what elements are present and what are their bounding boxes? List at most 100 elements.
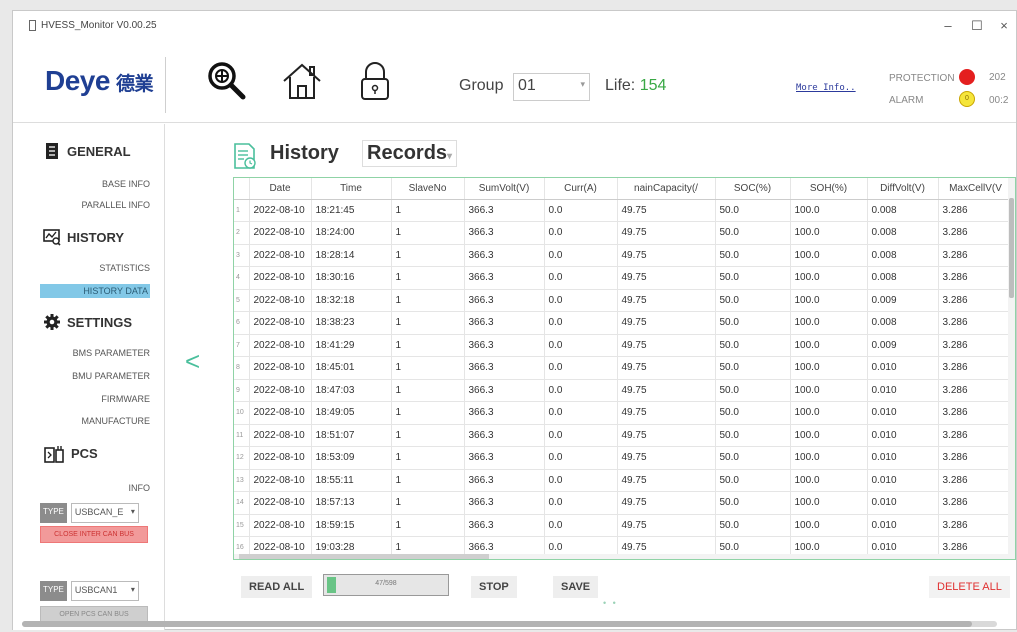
nav-history[interactable]: HISTORY bbox=[43, 228, 124, 246]
table-row[interactable]: 1 2022-08-10 18:21:45 1 366.3 0.0 49.75 50.0 100… bbox=[234, 199, 1014, 222]
column-header[interactable]: SlaveNo bbox=[391, 178, 465, 200]
table-cell: 0.010 bbox=[867, 424, 939, 447]
close-button[interactable]: × bbox=[994, 17, 1014, 35]
column-header[interactable]: SOH(%) bbox=[790, 178, 868, 200]
table-cell: 0.010 bbox=[867, 379, 939, 402]
save-button[interactable]: SAVE bbox=[553, 576, 599, 598]
table-cell: 50.0 bbox=[715, 199, 791, 222]
row-number-header bbox=[234, 178, 250, 200]
table-cell: 2022-08-10 bbox=[249, 379, 312, 402]
nav-general[interactable]: GENERAL bbox=[43, 142, 131, 160]
nav-history-data[interactable]: HISTORY DATA bbox=[40, 284, 150, 298]
close-inter-can-bus-button[interactable]: CLOSE INTER CAN BUS bbox=[40, 526, 148, 543]
group-select[interactable]: 01 ▾ bbox=[513, 73, 590, 101]
row-number: 3 bbox=[234, 244, 250, 267]
table-row[interactable]: 11 2022-08-10 18:51:07 1 366.3 0.0 49.75 50.0 10… bbox=[234, 424, 1014, 447]
column-header[interactable]: Date bbox=[249, 178, 312, 200]
scrollbar-thumb[interactable] bbox=[239, 554, 489, 559]
column-header[interactable]: SOC(%) bbox=[715, 178, 791, 200]
table-cell: 50.0 bbox=[715, 401, 791, 425]
column-header[interactable]: Curr(A) bbox=[544, 178, 618, 200]
home-icon[interactable] bbox=[280, 59, 324, 103]
table-row[interactable]: 8 2022-08-10 18:45:01 1 366.3 0.0 49.75 50.0 100… bbox=[234, 356, 1014, 380]
nav-pcs[interactable]: PCS bbox=[43, 442, 98, 464]
vertical-scrollbar[interactable] bbox=[1008, 178, 1015, 559]
minimize-button[interactable]: – bbox=[938, 17, 958, 35]
search-icon[interactable] bbox=[205, 59, 249, 103]
pager-dots[interactable]: • • bbox=[603, 598, 618, 608]
nav-bms-parameter[interactable]: BMS PARAMETER bbox=[73, 348, 150, 358]
type-tag: TYPE bbox=[40, 581, 67, 601]
table-row[interactable]: 9 2022-08-10 18:47:03 1 366.3 0.0 49.75 50.0 100… bbox=[234, 379, 1014, 402]
horizontal-scrollbar[interactable] bbox=[234, 554, 1015, 559]
table-row[interactable]: 10 2022-08-10 18:49:05 1 366.3 0.0 49.75 50.0 10… bbox=[234, 401, 1014, 425]
table-cell: 3.286 bbox=[938, 514, 1014, 537]
column-header[interactable]: Time bbox=[311, 178, 392, 200]
nav-base-info[interactable]: BASE INFO bbox=[102, 179, 150, 189]
app-icon bbox=[29, 20, 36, 31]
table-cell: 100.0 bbox=[790, 266, 868, 290]
table-cell: 366.3 bbox=[464, 424, 545, 447]
header: Deye 德業 Group 01 ▾ Life: 154 More Info..… bbox=[13, 43, 1016, 123]
column-header[interactable]: DiffVolt(V) bbox=[867, 178, 939, 200]
nav-bmu-parameter[interactable]: BMU PARAMETER bbox=[72, 371, 150, 381]
table-cell: 0.008 bbox=[867, 199, 939, 222]
inter-can-type-value: USBCAN_E bbox=[74, 507, 124, 517]
table-cell: 3.286 bbox=[938, 199, 1014, 222]
lock-icon[interactable] bbox=[353, 59, 397, 103]
life-label: Life: bbox=[605, 77, 636, 94]
column-header[interactable]: nainCapacity(/ bbox=[617, 178, 716, 200]
table-row[interactable]: 3 2022-08-10 18:28:14 1 366.3 0.0 49.75 50.0 100… bbox=[234, 244, 1014, 267]
nav-parallel-info[interactable]: PARALLEL INFO bbox=[81, 200, 150, 210]
table-cell: 0.0 bbox=[544, 289, 618, 312]
nav-settings[interactable]: SETTINGS bbox=[43, 313, 132, 331]
more-info-link[interactable]: More Info.. bbox=[796, 83, 856, 93]
scrollbar-thumb[interactable] bbox=[22, 621, 972, 627]
nav-statistics[interactable]: STATISTICS bbox=[99, 263, 150, 273]
delete-all-button[interactable]: DELETE ALL bbox=[929, 576, 1010, 598]
window-title: HVESS_Monitor V0.00.25 bbox=[41, 20, 157, 31]
chevron-down-icon: ▾ bbox=[130, 585, 135, 594]
column-header[interactable]: MaxCellV(V bbox=[938, 178, 1014, 200]
table-cell: 0.010 bbox=[867, 469, 939, 492]
table-cell: 0.010 bbox=[867, 491, 939, 515]
table-row[interactable]: 6 2022-08-10 18:38:23 1 366.3 0.0 49.75 50.0 100… bbox=[234, 311, 1014, 335]
table-row[interactable]: 7 2022-08-10 18:41:29 1 366.3 0.0 49.75 50.0 100… bbox=[234, 334, 1014, 357]
inter-can-type-row: TYPE USBCAN_E ▾ bbox=[40, 503, 139, 523]
pcs-can-type-select[interactable]: USBCAN1 ▾ bbox=[70, 581, 139, 601]
app-root: HVESS_Monitor V0.00.25 – ☐ × Deye 德業 Gro… bbox=[0, 0, 1017, 632]
table-cell: 1 bbox=[391, 266, 465, 290]
column-header[interactable]: SumVolt(V) bbox=[464, 178, 545, 200]
table-row[interactable]: 5 2022-08-10 18:32:18 1 366.3 0.0 49.75 50.0 100… bbox=[234, 289, 1014, 312]
table-cell: 1 bbox=[391, 379, 465, 402]
inter-can-type-select[interactable]: USBCAN_E ▾ bbox=[70, 503, 139, 523]
table-row[interactable]: 13 2022-08-10 18:55:11 1 366.3 0.0 49.75 50.0 10… bbox=[234, 469, 1014, 492]
table-cell: 366.3 bbox=[464, 334, 545, 357]
nav-firmware[interactable]: FIRMWARE bbox=[101, 394, 150, 404]
maximize-button[interactable]: ☐ bbox=[967, 17, 987, 35]
nav-pcs-info[interactable]: INFO bbox=[129, 483, 151, 493]
table-cell: 100.0 bbox=[790, 491, 868, 515]
table-cell: 2022-08-10 bbox=[249, 199, 312, 222]
stop-button[interactable]: STOP bbox=[471, 576, 517, 598]
table-row[interactable]: 15 2022-08-10 18:59:15 1 366.3 0.0 49.75 50.0 10… bbox=[234, 514, 1014, 537]
table-cell: 100.0 bbox=[790, 469, 868, 492]
window-horizontal-scrollbar[interactable] bbox=[22, 621, 997, 627]
table-cell: 0.0 bbox=[544, 221, 618, 245]
read-all-button[interactable]: READ ALL bbox=[241, 576, 313, 598]
table-cell: 1 bbox=[391, 289, 465, 312]
table-row[interactable]: 12 2022-08-10 18:53:09 1 366.3 0.0 49.75 50.0 10… bbox=[234, 446, 1014, 470]
table-cell: 1 bbox=[391, 424, 465, 447]
history-table[interactable]: Date Time SlaveNo SumVolt(V) Curr(A) nainCapa… bbox=[233, 177, 1016, 560]
table-cell: 49.75 bbox=[617, 311, 716, 335]
chevron-down-icon: ▾ bbox=[580, 79, 585, 89]
table-cell: 366.3 bbox=[464, 221, 545, 245]
scrollbar-thumb[interactable] bbox=[1009, 198, 1014, 298]
table-row[interactable]: 14 2022-08-10 18:57:13 1 366.3 0.0 49.75 50.0 10… bbox=[234, 491, 1014, 515]
nav-manufacture[interactable]: MANUFACTURE bbox=[81, 416, 150, 426]
table-row[interactable]: 4 2022-08-10 18:30:16 1 366.3 0.0 49.75 50.0 100… bbox=[234, 266, 1014, 290]
header-divider bbox=[165, 57, 166, 113]
table-cell: 18:28:14 bbox=[311, 244, 392, 267]
records-select[interactable]: Records▾ bbox=[362, 140, 458, 167]
table-row[interactable]: 2 2022-08-10 18:24:00 1 366.3 0.0 49.75 50.0 100… bbox=[234, 221, 1014, 245]
